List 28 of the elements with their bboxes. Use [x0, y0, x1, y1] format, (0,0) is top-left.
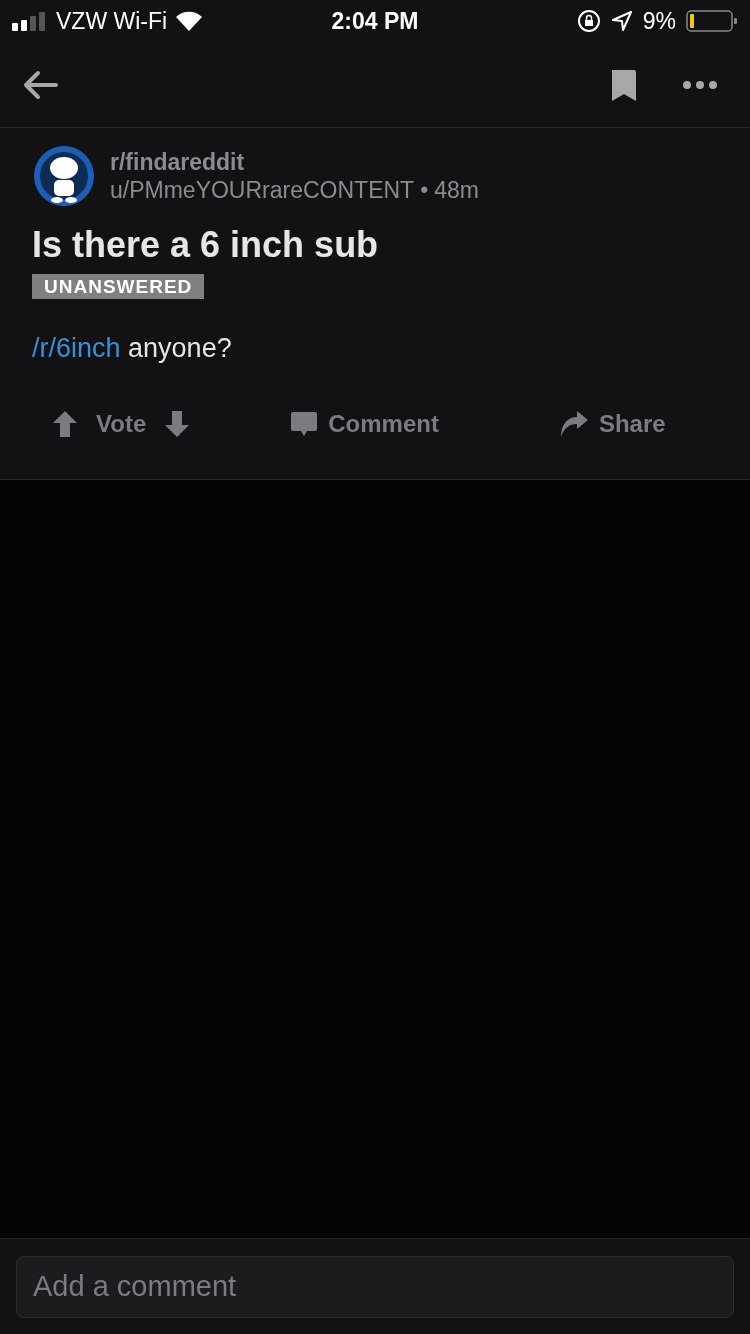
location-arrow-icon [610, 10, 633, 32]
bookmark-icon[interactable] [610, 67, 638, 102]
separator-dot: • [420, 176, 429, 204]
comment-input-field[interactable]: Add a comment [16, 1255, 734, 1318]
vote-label: Vote [96, 408, 147, 439]
post-title: Is there a 6 inch sub [32, 223, 380, 267]
post-body: /r/6inch anyone? [32, 332, 233, 365]
upvote-arrow-icon[interactable] [52, 409, 78, 438]
author-name[interactable]: u/PMmeYOURrareCONTENT [110, 176, 415, 204]
downvote-arrow-icon[interactable] [164, 409, 191, 438]
more-options-icon[interactable] [682, 79, 718, 90]
wifi-icon [175, 11, 204, 31]
comment-button[interactable]: Comment [290, 405, 439, 442]
speech-bubble-icon [290, 409, 319, 438]
status-time: 2:04 PM [330, 6, 420, 36]
subreddit-link[interactable]: /r/6inch [32, 333, 121, 363]
battery-percent: 9% [642, 6, 676, 36]
share-arrow-icon [558, 408, 589, 439]
flair-tag: UNANSWERED [32, 274, 205, 299]
avatar-icon[interactable] [32, 144, 96, 208]
rotation-lock-icon [576, 9, 601, 33]
carrier-name: VZW Wi-Fi [56, 6, 168, 36]
back-arrow-icon[interactable] [22, 69, 58, 100]
post-age: 48m [434, 176, 479, 204]
subreddit-name[interactable]: r/findareddit [110, 148, 479, 176]
battery-icon [686, 10, 738, 32]
share-button[interactable]: Share [558, 405, 666, 442]
signal-strength-icon [12, 11, 48, 31]
